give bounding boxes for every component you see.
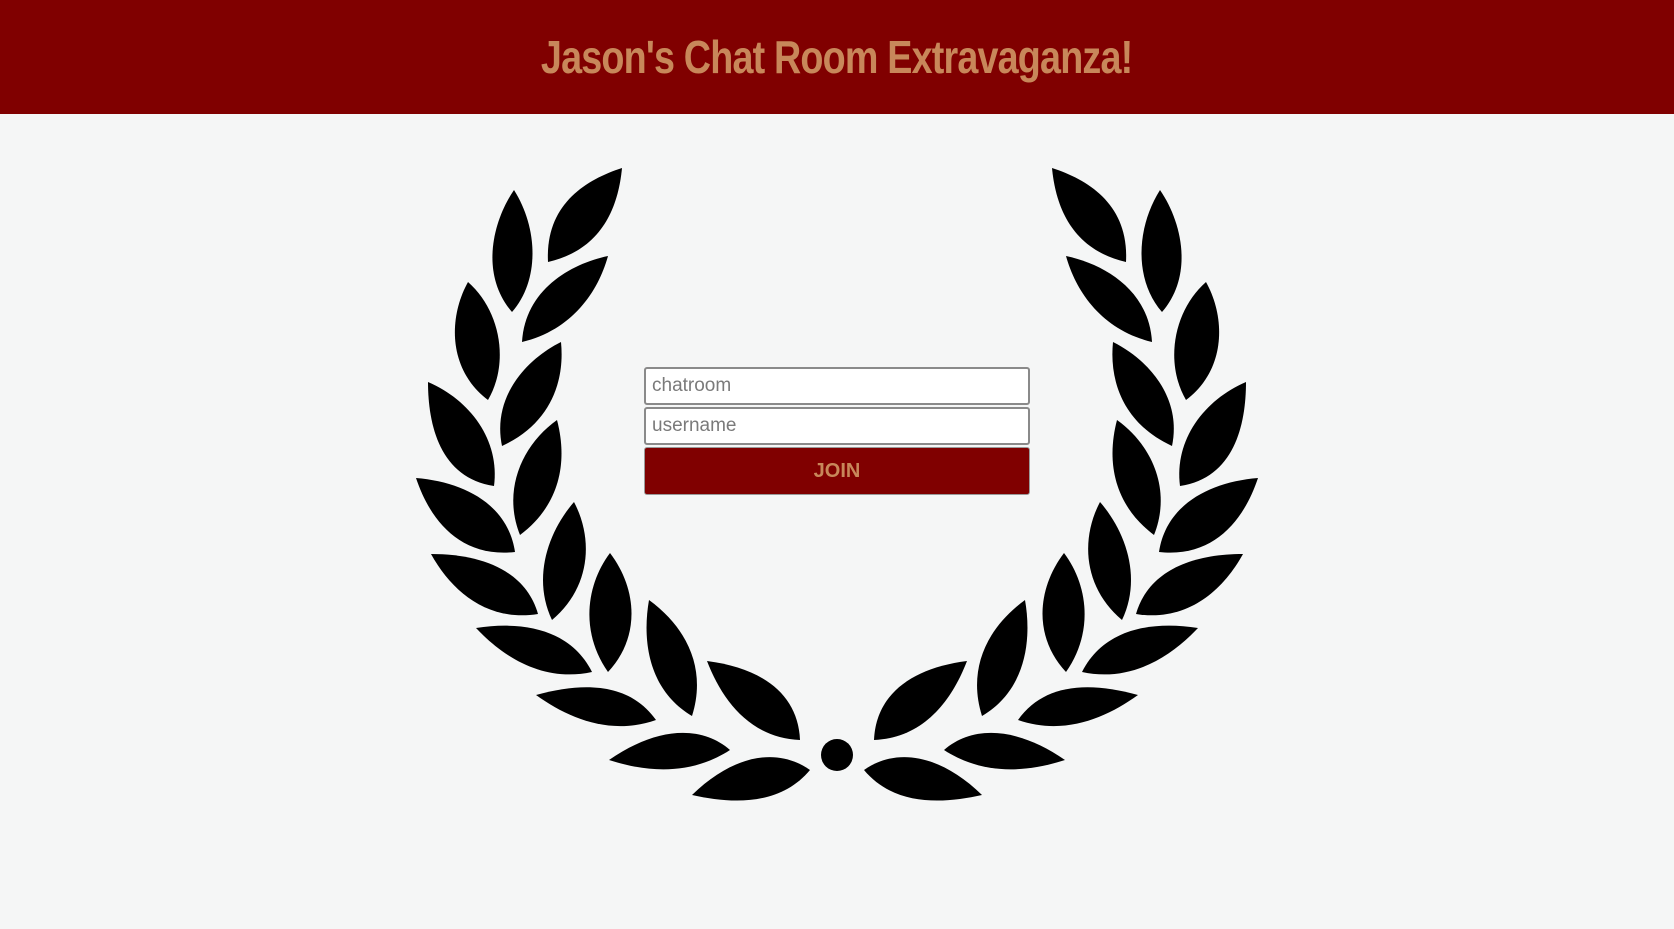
wreath-center-dot [821, 739, 853, 771]
chatroom-input[interactable] [644, 367, 1030, 405]
join-button[interactable]: JOIN [644, 447, 1030, 495]
username-input[interactable] [644, 407, 1030, 445]
join-form: JOIN [644, 367, 1030, 495]
